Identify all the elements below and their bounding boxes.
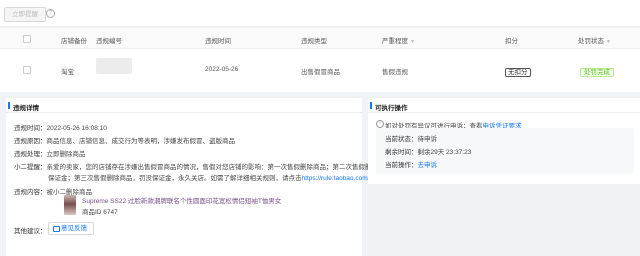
deduct-tag: 无扣分 (505, 68, 531, 77)
header-shop: 店铺备份 (61, 38, 87, 45)
info-icon: ! (376, 120, 384, 128)
header-type: 违规类型 (301, 38, 327, 45)
appeal-operation: 当前操作：去申诉 (385, 162, 438, 169)
row-checkbox[interactable] (23, 66, 31, 74)
detail-other: 其他建议： (14, 228, 47, 235)
cell-status: 处罚完成 (580, 66, 614, 77)
header-deduct: 扣分 (505, 38, 518, 45)
message-icon (53, 226, 60, 232)
top-toolbar: 立即提醒 ? (0, 0, 640, 26)
panel-title: 违规详情 (6, 98, 362, 113)
appeal-status-box: 当前状态：待申诉 剩余时间：剩余29天 23:37:23 当前操作：去申诉 (376, 128, 634, 174)
header-time: 违规时间 (205, 38, 231, 45)
select-all-checkbox[interactable] (23, 35, 31, 43)
question-circle-icon[interactable]: ? (46, 9, 55, 18)
violation-table: 店铺备份 违规编号 违规时间 违规类型 严重程度 ▼ 扣分 处罚状态 ▼ 淘宝 20… (0, 28, 640, 92)
cell-type: 出售假冒商品 (301, 69, 340, 76)
appeal-status: 当前状态：待申诉 (385, 136, 437, 143)
appeal-time-left: 剩余时间：剩余29天 23:37:23 (385, 149, 472, 156)
header-severity: 严重程度 ▼ (382, 38, 415, 45)
detail-reason: 违规原因：商品信息、店铺信息、成交行为等表明，涉嫌发布假冒、盗版商品 (14, 138, 235, 145)
actions-panel: 可执行操作 ! 如对处罚有异议可进行申诉；查看申诉凭证要求 当前状态：待申诉 剩… (368, 98, 640, 184)
cell-severity: 售假违规 (382, 69, 408, 76)
header-status: 处罚状态 ▼ (578, 38, 611, 45)
cell-shop: 淘宝 (61, 69, 74, 76)
filter-icon[interactable]: ▼ (410, 39, 415, 45)
detail-tip-line2: 保证金；第三次售假删除商品，罚没保证金，永久关店。如需了解详细相关规则，请点击h… (48, 175, 411, 182)
violation-details-panel: 违规详情 违规时间：2022-05-26 16:08:10 违规原因：商品信息、… (6, 98, 411, 256)
panel-title: 可执行操作 (368, 98, 640, 113)
feedback-button[interactable]: 意见反馈 (48, 222, 94, 235)
detail-tip: 小二提醒：亲爱的卖家，您的店铺存在涉嫌出售假冒商品的情况，售假对您店铺的影响：第… (14, 164, 411, 171)
filter-icon[interactable]: ▼ (606, 39, 611, 45)
cell-violation-id (96, 58, 132, 74)
detail-goods: 违规内容：被小二删除商品 (14, 189, 92, 196)
product-title[interactable]: Supreme SS22 过脸新款潮牌联名个性圆面印花宽松情侣短袖T恤男女 (82, 195, 281, 205)
remind-button[interactable]: 立即提醒 (4, 7, 46, 22)
detail-handling: 违规处理：立即删除商品 (14, 151, 86, 158)
status-badge: 处罚完成 (580, 68, 614, 77)
table-header: 店铺备份 违规编号 违规时间 违规类型 严重程度 ▼ 扣分 处罚状态 ▼ (0, 28, 640, 49)
cell-deduct: 无扣分 (505, 66, 531, 77)
detail-time: 违规时间：2022-05-26 16:08:10 (14, 125, 107, 132)
appeal-button[interactable]: 去申诉 (418, 162, 438, 169)
cell-time: 2022-05-26 (205, 66, 239, 73)
product-thumbnail[interactable] (64, 195, 76, 215)
header-id: 违规编号 (96, 38, 122, 45)
product-id: 商品ID 6747 (82, 209, 118, 216)
